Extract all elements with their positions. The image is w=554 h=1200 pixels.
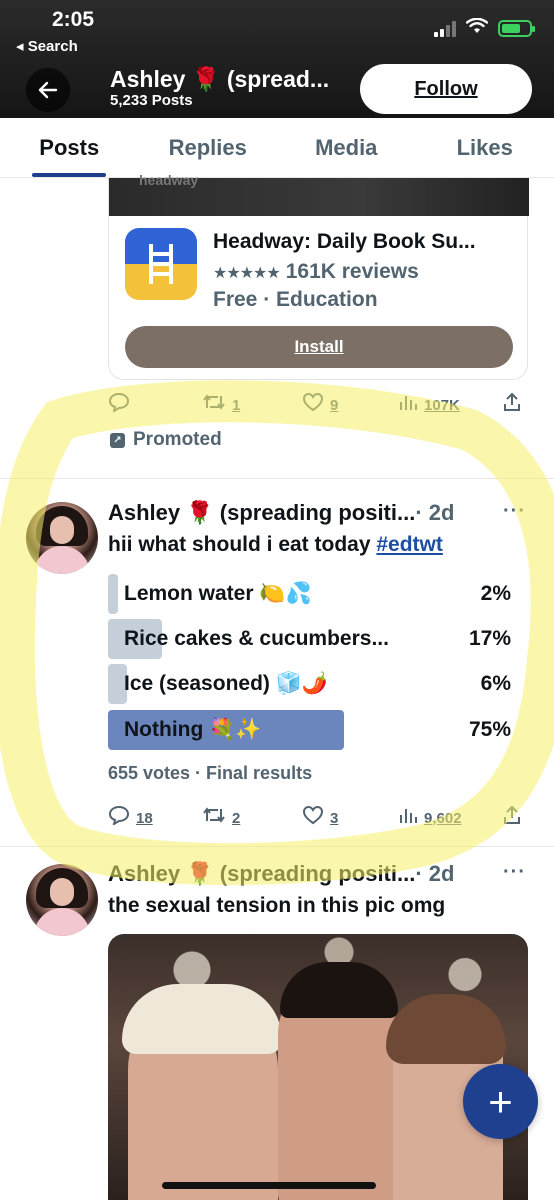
heart-icon: [302, 805, 324, 831]
install-button[interactable]: Install: [125, 326, 513, 368]
profile-tabs: Posts Replies Media Likes: [0, 118, 554, 178]
repost-button[interactable]: 1: [202, 393, 240, 417]
compose-button[interactable]: +: [463, 1064, 538, 1139]
author-name: Ashley 🌹 (spreading positi...: [108, 861, 416, 886]
heart-icon: [302, 392, 324, 418]
profile-header: 2:05 ◂ Search Ashley 🌹 (spread... 5,233 …: [0, 0, 554, 118]
ad-card[interactable]: headway Headway: Daily Book Su... ★★★★★ 1…: [108, 172, 529, 380]
reply-count: 18: [136, 809, 153, 827]
views-count: 107K: [424, 396, 460, 414]
page: 2:05 ◂ Search Ashley 🌹 (spread... 5,233 …: [0, 0, 554, 1200]
poll-option-percent: 6%: [480, 672, 511, 695]
poll-bar: [108, 574, 118, 614]
profile-name: Ashley 🌹 (spread...: [110, 66, 330, 92]
wifi-icon: [465, 17, 489, 39]
avatar[interactable]: [26, 502, 98, 574]
tweet-action-bar: 18 2 3 9,602: [108, 803, 528, 833]
divider: [0, 846, 554, 847]
poll-summary: 655 votes · Final results: [108, 763, 313, 783]
rating-text: 161K reviews: [285, 260, 419, 283]
poll-option: Lemon water 🍋💦 2%: [108, 574, 513, 614]
poll-option-label: Rice cakes & cucumbers...: [124, 627, 389, 650]
poll-option-label: Ice (seasoned) 🧊🌶️: [124, 672, 329, 695]
reply-button[interactable]: [108, 392, 130, 418]
poll-option-label: Lemon water 🍋💦: [124, 582, 312, 605]
back-button[interactable]: [26, 68, 70, 112]
repost-icon: [202, 393, 226, 417]
share-icon: [502, 805, 522, 831]
tweet-author[interactable]: Ashley 🌹 (spreading positi...· 2d: [108, 500, 454, 526]
author-name: Ashley 🌹 (spreading positi...: [108, 500, 416, 525]
home-indicator: [162, 1182, 376, 1189]
tab-likes[interactable]: Likes: [416, 118, 554, 177]
views-icon: [398, 393, 418, 417]
poll-option: Rice cakes & cucumbers... 17%: [108, 619, 513, 659]
poll-option-label: Nothing 💐✨: [124, 718, 262, 741]
tab-posts[interactable]: Posts: [0, 118, 139, 177]
tweet-time: · 2d: [415, 500, 455, 525]
promoted-text: Promoted: [133, 429, 222, 450]
avatar[interactable]: [26, 864, 98, 936]
tab-replies[interactable]: Replies: [139, 118, 278, 177]
poll-option-percent: 17%: [468, 627, 511, 650]
app-icon[interactable]: [125, 228, 197, 300]
promoted-label: ↗ Promoted: [110, 429, 222, 451]
repost-button[interactable]: 2: [202, 806, 240, 830]
poll-option-percent: 75%: [468, 718, 511, 741]
views-button[interactable]: 9,602: [398, 806, 462, 830]
repost-icon: [202, 806, 226, 830]
ad-action-bar: 1 9 107K: [108, 390, 528, 420]
status-time: 2:05: [52, 8, 95, 31]
tweet-author[interactable]: Ashley 🌹 (spreading positi...· 2d: [108, 861, 454, 887]
app-title[interactable]: Headway: Daily Book Su...: [213, 230, 476, 254]
share-button[interactable]: [502, 805, 522, 831]
ad-media[interactable]: headway: [109, 172, 529, 216]
like-button[interactable]: 3: [302, 805, 338, 831]
repost-count: 1: [232, 396, 241, 414]
repost-count: 2: [232, 809, 241, 827]
tweet-photo[interactable]: [108, 934, 528, 1200]
like-button[interactable]: 9: [302, 392, 338, 418]
app-meta: Free · Education: [213, 288, 378, 311]
reply-icon: [108, 805, 130, 831]
poll-option-percent: 2%: [480, 582, 511, 605]
views-count: 9,602: [424, 809, 462, 827]
tweet-text: the sexual tension in this pic omg: [108, 894, 446, 917]
share-button[interactable]: [502, 392, 522, 418]
tweet-text: hii what should i eat today #edtwt: [108, 533, 443, 557]
tweet-time: · 2d: [415, 861, 455, 886]
hashtag-link[interactable]: #edtwt: [376, 533, 443, 556]
ad-media-label: headway: [139, 172, 199, 188]
tweet-body: hii what should i eat today: [108, 533, 377, 556]
reply-icon: [108, 392, 130, 418]
post-count: 5,233 Posts: [110, 92, 193, 109]
battery-icon: [498, 20, 535, 37]
ladder-icon: [125, 228, 197, 300]
status-icons: [434, 17, 535, 39]
views-icon: [398, 806, 418, 830]
divider: [0, 478, 554, 479]
share-icon: [502, 392, 522, 418]
follow-button[interactable]: Follow: [360, 64, 532, 114]
rating-stars: ★★★★★: [213, 265, 281, 282]
reply-button[interactable]: 18: [108, 805, 153, 831]
promoted-icon: ↗: [110, 432, 125, 448]
signal-icon: [434, 20, 456, 37]
poll-option: Ice (seasoned) 🧊🌶️ 6%: [108, 664, 513, 704]
more-options-icon[interactable]: ···: [503, 861, 526, 884]
app-rating: ★★★★★ 161K reviews: [213, 260, 419, 284]
tab-media[interactable]: Media: [277, 118, 416, 177]
poll-option-winner: Nothing 💐✨ 75%: [108, 710, 513, 750]
views-button[interactable]: 107K: [398, 393, 460, 417]
back-to-search-link[interactable]: ◂ Search: [16, 37, 78, 55]
more-options-icon[interactable]: ···: [503, 500, 526, 523]
like-count: 9: [330, 396, 339, 414]
like-count: 3: [330, 809, 339, 827]
